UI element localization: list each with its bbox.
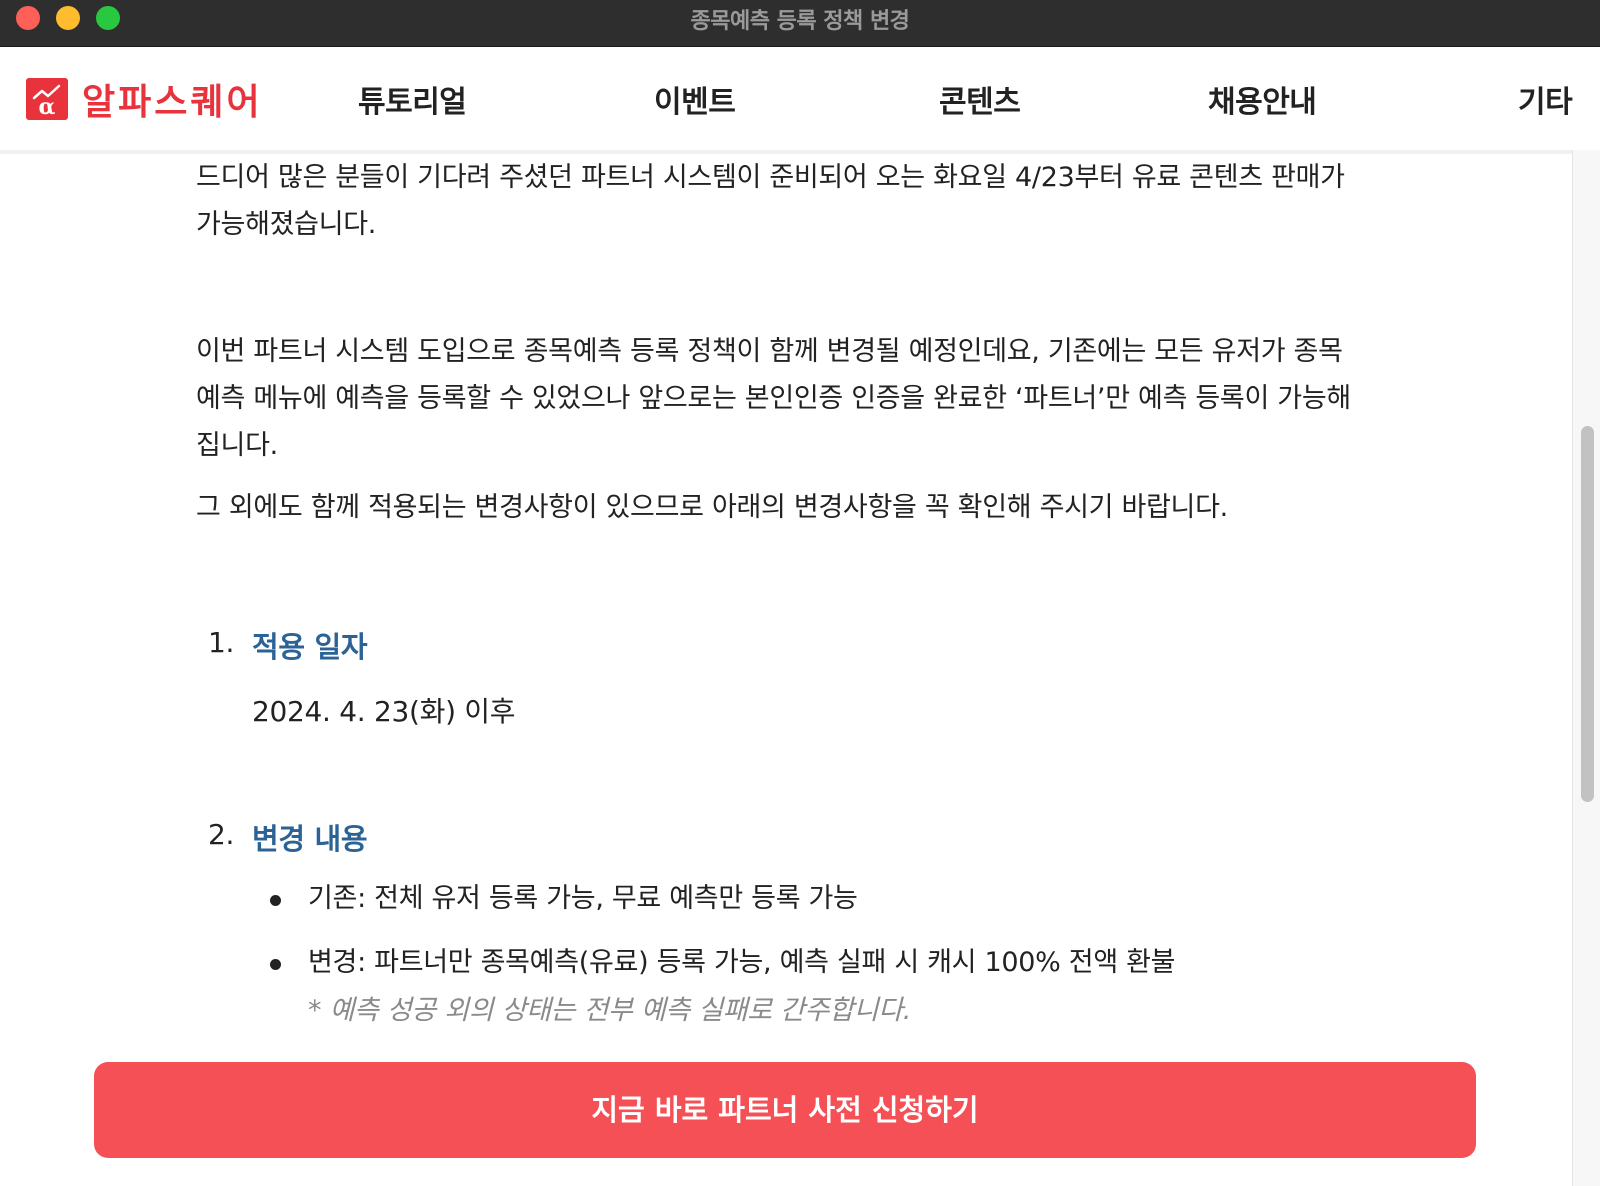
section-number: 2. [208,818,235,851]
change-item-before: 기존: 전체 유저 등록 가능, 무료 예측만 등록 가능 [308,883,858,914]
effective-date-value: 2024. 4. 23(화) 이후 [252,695,516,728]
vertical-scrollbar[interactable] [1572,150,1600,1186]
section-title-changes: 변경 내용 [252,822,368,856]
window-title: 종목예측 등록 정책 변경 [690,9,910,34]
section-title-effective-date: 적용 일자 [252,630,368,664]
alpha-logo-icon: α [26,78,68,120]
app-window: 종목예측 등록 정책 변경 α 알파스퀘어 튜토리얼 이벤트 콘텐츠 채용안내 … [0,0,1600,1186]
nav-item-contents[interactable]: 콘텐츠 [939,77,1021,121]
svg-text:α: α [39,94,56,120]
nav-item-careers[interactable]: 채용안내 [1208,77,1317,121]
bullet-icon [270,959,281,970]
scrollbar-thumb[interactable] [1581,426,1594,802]
title-bar: 종목예측 등록 정책 변경 [0,0,1600,47]
policy-paragraph: 이번 파트너 시스템 도입으로 종목예측 등록 정책이 함께 변경될 예정인데요… [196,336,1351,461]
nav-item-tutorial[interactable]: 튜토리얼 [358,77,467,121]
intro-paragraph: 드디어 많은 분들이 기다려 주셨던 파트너 시스템이 준비되어 오는 화요일 … [196,162,1345,240]
section-number: 1. [208,626,235,659]
brand-logo[interactable]: α 알파스퀘어 [26,77,263,123]
bullet-icon [270,895,281,906]
brand-name: 알파스퀘어 [82,82,263,123]
nav-item-more[interactable]: 기타 [1518,77,1573,121]
partner-apply-button[interactable]: 지금 바로 파트너 사전 신청하기 [94,1062,1476,1158]
change-item-after: 변경: 파트너만 종목예측(유료) 등록 가능, 예측 실패 시 캐시 100%… [308,947,1176,978]
nav-item-events[interactable]: 이벤트 [654,77,736,121]
notice-paragraph: 그 외에도 함께 적용되는 변경사항이 있으므로 아래의 변경사항을 꼭 확인해… [196,492,1228,523]
failure-note: * 예측 성공 외의 상태는 전부 예측 실패로 간주합니다. [308,995,912,1026]
top-nav: α 알파스퀘어 튜토리얼 이벤트 콘텐츠 채용안내 기타 [0,47,1600,154]
